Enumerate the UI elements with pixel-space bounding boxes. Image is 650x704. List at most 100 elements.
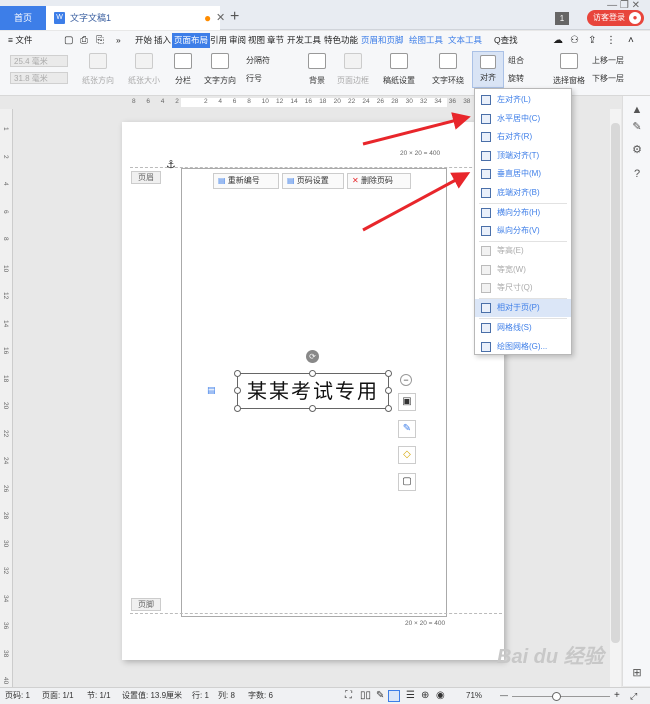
line-number-button[interactable]: 行号 [246, 73, 290, 84]
paper-size-button[interactable]: 纸张大小 [122, 53, 166, 86]
scrollbar-thumb[interactable] [611, 123, 620, 643]
align-menu-item[interactable]: 底端对齐(B) [475, 184, 571, 202]
zoom-slider-thumb[interactable] [552, 692, 562, 701]
more-options-icon[interactable]: ⋮ [606, 33, 616, 48]
tab-document[interactable]: W 文字文稿1 ● ✕ [46, 6, 225, 30]
align-menu-item[interactable]: 横向分布(H) [475, 204, 571, 222]
resize-handle-r[interactable] [385, 387, 392, 394]
menu-references[interactable]: 引用 [210, 33, 227, 48]
renumber-button[interactable]: ▤ 重新编号 [213, 173, 279, 189]
shape-style-icon[interactable]: ▣ [398, 393, 416, 411]
properties-icon[interactable]: ⚙ [630, 143, 644, 157]
zoom-in-button[interactable]: + [614, 688, 620, 704]
fit-page-icon[interactable]: ⤢ [630, 688, 637, 704]
align-menu-item[interactable]: 右对齐(R) [475, 128, 571, 146]
reading-icon[interactable]: ▯▯ [360, 688, 371, 704]
help-icon[interactable]: ? [630, 168, 644, 182]
cloud-icon[interactable]: ☁ [553, 33, 563, 48]
page-border-button[interactable]: 页面边框 [335, 53, 371, 86]
search-button[interactable]: Q查找 [494, 33, 518, 48]
page-setup-button[interactable]: ▤ 页码设置 [282, 173, 344, 189]
menu-view[interactable]: 视图 [248, 33, 265, 48]
frame-icon[interactable]: ▢ [398, 473, 416, 491]
collaborate-icon[interactable]: ⚇ [570, 33, 579, 48]
menu-chapter[interactable]: 章节 [267, 33, 284, 48]
status-words[interactable]: 字数: 6 [248, 688, 273, 704]
menu-text-tools[interactable]: 文本工具 [448, 33, 482, 48]
ruler-v-tick: 16 [2, 347, 9, 355]
bring-forward-button[interactable]: 上移一层 [592, 55, 624, 66]
separator-button[interactable]: 分隔符 [246, 55, 290, 66]
resize-handle-br[interactable] [385, 405, 392, 412]
menu-features[interactable]: 特色功能 [324, 33, 358, 48]
menu-file[interactable]: ≡ 文件 [8, 33, 32, 48]
menu-page-layout[interactable]: 页面布局 [172, 33, 211, 48]
eye-protect-icon[interactable]: ◉ [436, 688, 445, 704]
resize-handle-b[interactable] [309, 405, 316, 412]
align-button[interactable]: 对齐 [472, 51, 504, 88]
apps-grid-icon[interactable]: ⊞ [630, 666, 644, 680]
columns-button[interactable]: 分栏 [168, 53, 198, 86]
menu-developer[interactable]: 开发工具 [287, 33, 321, 48]
text-wrap-button[interactable]: 文字环绕 [428, 53, 468, 86]
resize-handle-tr[interactable] [385, 370, 392, 377]
menu-start[interactable]: 开始 [135, 33, 152, 48]
align-menu-item[interactable]: 垂直居中(M) [475, 165, 571, 183]
tab-home[interactable]: 首页 [0, 6, 46, 30]
status-page-num[interactable]: 页码: 1 [5, 688, 30, 704]
page-view-icon[interactable] [388, 690, 400, 702]
outline-view-icon[interactable]: ☰ [406, 688, 415, 704]
new-tab-button[interactable]: + [230, 6, 239, 28]
menu-header-footer[interactable]: 页眉和页脚 [361, 33, 404, 48]
resize-handle-t[interactable] [309, 370, 316, 377]
manuscript-button[interactable]: 稿纸设置 [381, 53, 417, 86]
selection-pane-button[interactable]: 选择窗格 [549, 53, 589, 86]
text-direction-button[interactable]: 文字方向 [200, 53, 240, 86]
margin-bottom-field[interactable]: 31.8 毫米 [10, 72, 68, 84]
textbox[interactable]: 某某考试专用 [237, 373, 389, 409]
write-view-icon[interactable]: ✎ [376, 688, 384, 704]
align-menu-item[interactable]: 网格线(S) [475, 319, 571, 337]
web-view-icon[interactable]: ⊕ [421, 688, 429, 704]
menu-insert[interactable]: 插入 [154, 33, 171, 48]
fullscreen-icon[interactable]: ⛶ [345, 688, 352, 704]
guest-login-button[interactable]: 访客登录 ● [587, 10, 644, 26]
align-menu-item[interactable]: 绘图网格(G)... [475, 338, 571, 356]
close-tab-icon[interactable]: ✕ [216, 6, 225, 30]
align-menu-item[interactable]: 水平居中(C) [475, 110, 571, 128]
menu-review[interactable]: 审阅 [229, 33, 246, 48]
zoom-out-button[interactable]: — [500, 688, 508, 704]
print-icon[interactable]: ⎘ [96, 33, 104, 48]
edit-icon[interactable]: ✎ [630, 120, 644, 134]
align-menu-item[interactable]: 纵向分布(V) [475, 222, 571, 240]
menu-drawing-tools[interactable]: 绘图工具 [409, 33, 443, 48]
fill-bucket-icon[interactable]: ◇ [398, 446, 416, 464]
vertical-scrollbar[interactable] [610, 109, 621, 687]
orientation-button[interactable]: 纸张方向 [78, 53, 118, 86]
group-button[interactable]: 组合 [508, 55, 524, 66]
rotate-handle-icon[interactable]: ⟳ [306, 350, 319, 363]
resize-handle-l[interactable] [234, 387, 241, 394]
share-icon[interactable]: ⇪ [588, 33, 596, 48]
align-menu-item[interactable]: 顶端对齐(T) [475, 147, 571, 165]
send-backward-button[interactable]: 下移一层 [592, 73, 624, 84]
align-menu-item[interactable]: 相对于页(P) [475, 299, 571, 317]
zoom-level[interactable]: 71% [466, 688, 482, 704]
background-button[interactable]: 背景 [303, 53, 331, 86]
window-count-badge[interactable]: 1 [555, 12, 569, 25]
margin-top-field[interactable]: 25.4 毫米 [10, 55, 68, 67]
collapse-icon[interactable]: − [400, 374, 412, 386]
status-pages[interactable]: 页面: 1/1 [42, 688, 74, 704]
resize-handle-tl[interactable] [234, 370, 241, 377]
layout-options-icon[interactable]: ▤ [207, 385, 216, 396]
save-icon[interactable]: ▢ [64, 33, 73, 48]
more-icon[interactable]: » [116, 33, 121, 48]
rotate-button[interactable]: 旋转 [508, 73, 524, 84]
scroll-up-icon[interactable]: ▲ [630, 104, 644, 118]
collapse-ribbon-icon[interactable]: ˄ [628, 33, 634, 48]
align-menu-item[interactable]: 左对齐(L) [475, 91, 571, 109]
export-pdf-icon[interactable]: ⎙ [80, 33, 88, 48]
outline-pen-icon[interactable]: ✎ [398, 420, 416, 438]
vertical-ruler[interactable]: 1 2 4 6 8 10 12 14 16 18 20 22 24 26 28 30 32 34 36 38 40 [0, 109, 13, 687]
resize-handle-bl[interactable] [234, 405, 241, 412]
